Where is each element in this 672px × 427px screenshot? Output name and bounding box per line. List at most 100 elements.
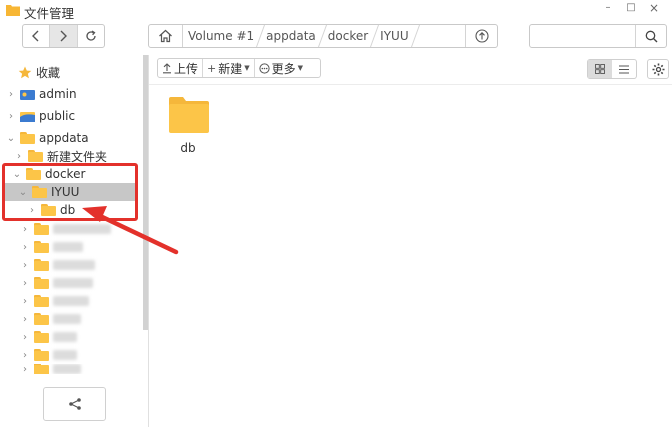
folder-icon [34,277,49,289]
settings-button[interactable] [647,59,669,79]
title-bar: 文件管理 – □ × [0,0,672,22]
chevron-right-icon: › [9,88,13,100]
share-button[interactable] [43,387,106,421]
folder-icon [34,364,49,374]
redacted-label [53,260,95,270]
close-button[interactable]: × [646,1,662,15]
search-input[interactable] [530,25,635,47]
toolbar-divider [149,84,672,85]
sidebar-item-obscured[interactable]: › [20,274,160,292]
grid-view-button[interactable] [588,60,612,78]
folder-icon [26,168,41,180]
folder-app-icon [6,5,20,16]
sidebar-item-label: appdata [39,131,89,145]
parent-folder-button[interactable] [465,25,497,47]
caret-down-icon: ▼ [297,64,304,72]
chevron-down-icon: ⌄ [6,132,16,144]
sidebar-item-favorites[interactable]: 收藏 [16,63,156,81]
breadcrumb-docker[interactable]: docker [323,25,374,47]
redacted-label [53,242,83,252]
caret-down-icon: ▼ [244,64,250,72]
folder-icon [169,97,209,133]
view-toggle-group [587,59,637,79]
chevron-right-icon: › [23,259,27,271]
redacted-label [53,296,89,306]
folder-icon [28,150,43,162]
sidebar-item-obscured[interactable]: › [20,256,160,274]
grid-icon [595,64,605,74]
sidebar-item-label: 新建文件夹 [47,149,108,164]
chevron-right-icon: › [17,150,21,162]
maximize-button[interactable]: □ [623,1,639,15]
new-button[interactable]: + 新建 ▼ [203,59,255,77]
sidebar-item-public[interactable]: › public [6,107,146,125]
redacted-label [53,364,81,374]
list-icon [619,65,629,73]
chevron-right-icon: › [23,295,27,307]
sidebar-item-admin[interactable]: › admin [6,85,146,103]
plus-icon: + [207,61,217,75]
folder-icon [34,259,49,271]
home-button[interactable] [149,25,183,47]
folder-icon [34,331,49,343]
folder-icon [34,223,49,235]
arrow-up-circle-icon [474,29,489,43]
chevron-right-icon: › [30,204,34,216]
folder-icon [34,241,49,253]
more-button[interactable]: 更多 ▼ [255,59,307,77]
more-label: 更多 [271,61,296,76]
chevron-right-icon: › [23,241,27,253]
folder-icon [34,313,49,325]
folder-icon [20,132,35,144]
sidebar-item-obscured[interactable]: › [20,346,160,364]
redacted-label [53,278,93,288]
share-icon [68,398,81,410]
redacted-label [53,314,81,324]
sidebar-item-obscured[interactable]: › [20,292,160,310]
redacted-label [53,350,77,360]
star-icon [18,66,32,78]
back-button[interactable] [23,25,51,47]
search-button[interactable] [635,25,666,47]
sidebar-item-obscured[interactable]: › [20,328,160,346]
chevron-right-icon: › [23,364,27,374]
sidebar-item-docker[interactable]: ⌄ docker [12,165,138,183]
sidebar-item-obscured[interactable]: › [20,238,160,256]
sidebar: 收藏 › admin › public ⌄ appdata › 新建文件夹 ⌄ … [0,55,149,427]
minimize-button[interactable]: – [600,1,616,15]
sidebar-item-iyuu[interactable]: ⌄ IYUU [5,183,138,201]
path-bar: Volume #1 appdata docker IYUU [148,24,498,48]
folder-icon [41,204,56,216]
sidebar-item-appdata[interactable]: ⌄ appdata [6,129,146,147]
sidebar-item-new-folder[interactable]: › 新建文件夹 [14,147,154,165]
refresh-button[interactable] [78,25,104,47]
redacted-label [53,332,77,342]
breadcrumb-volume[interactable]: Volume #1 [183,25,260,47]
chevron-left-icon [32,30,39,42]
sidebar-item-obscured[interactable]: › [20,220,160,238]
sidebar-item-label: 收藏 [36,65,61,80]
sidebar-item-obscured[interactable]: › [20,364,160,374]
breadcrumb-iyuu[interactable]: IYUU [375,25,414,47]
nav-button-group [22,24,105,48]
sidebar-item-obscured[interactable]: › [20,310,160,328]
chevron-right-icon: › [23,349,27,361]
file-item-db[interactable]: db [165,94,211,156]
sidebar-item-db[interactable]: › db [5,201,138,219]
action-bar: 上传 + 新建 ▼ 更多 ▼ [157,58,321,78]
chevron-right-icon: › [23,223,27,235]
forward-button[interactable] [50,25,78,47]
chevron-right-icon: › [23,331,27,343]
folder-icon [34,295,49,307]
new-label: 新建 [218,61,243,76]
refresh-icon [86,30,96,41]
shared-folder-icon [20,111,35,122]
breadcrumb-appdata[interactable]: appdata [261,25,322,47]
folder-icon [34,349,49,361]
upload-button[interactable]: 上传 [158,59,204,77]
list-view-button[interactable] [612,60,636,78]
chevron-right-icon: › [9,110,13,122]
sidebar-item-label: admin [39,87,77,101]
chevron-down-icon: ⌄ [12,168,22,180]
upload-icon [163,62,171,73]
